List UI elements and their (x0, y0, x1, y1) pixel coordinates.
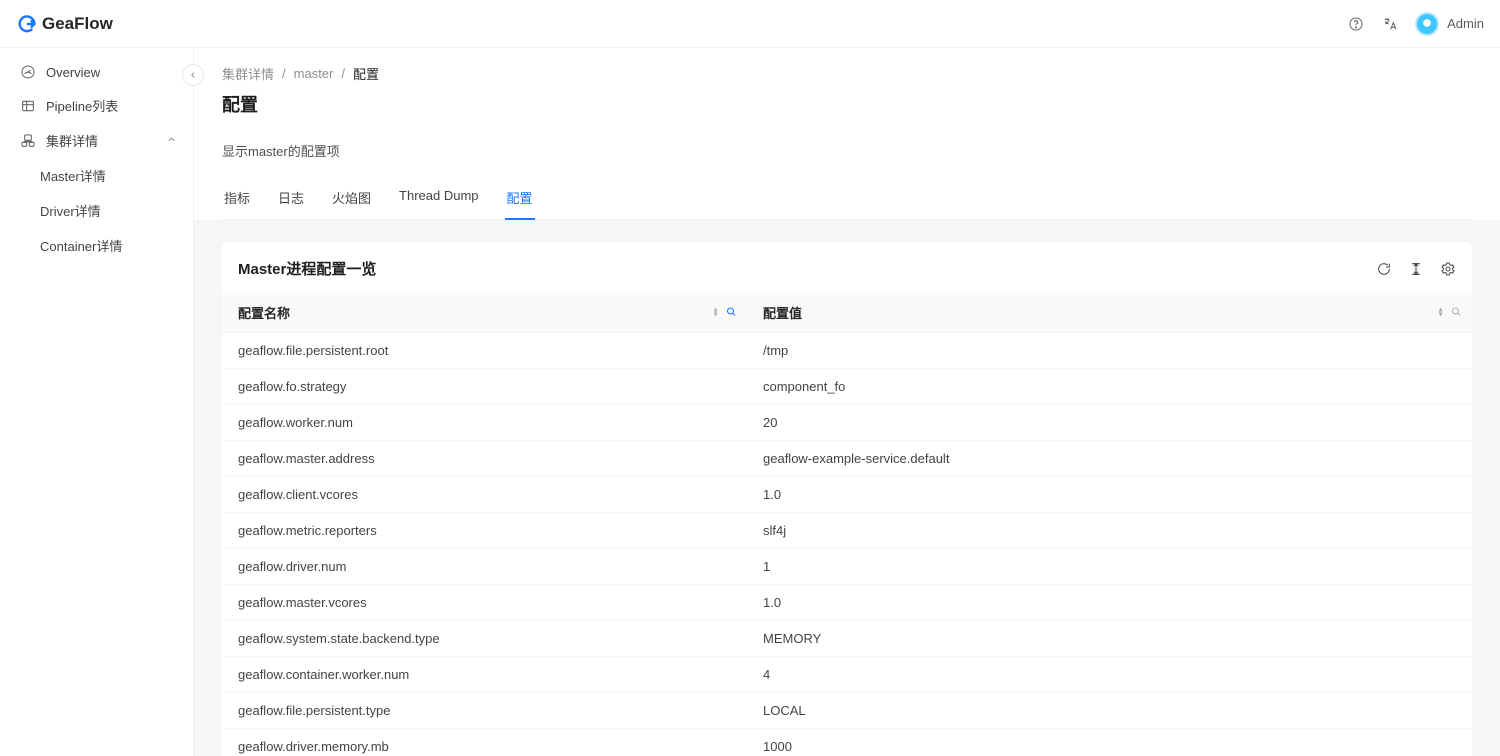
config-value-cell: MEMORY (747, 621, 1472, 657)
column-header-value[interactable]: 配置值 ▲▼ (747, 293, 1472, 333)
config-table: 配置名称 ▲▼ 配置值 ▲▼ (222, 293, 1472, 756)
tabs: 指标 日志 火焰图 Thread Dump 配置 (222, 178, 1472, 220)
table-row: geaflow.container.worker.num4 (222, 657, 1472, 693)
sidebar-item-driver[interactable]: Driver详情 (0, 193, 193, 228)
breadcrumb-item[interactable]: master (294, 66, 334, 81)
sidebar-item-overview[interactable]: Overview (0, 56, 193, 88)
table-row: geaflow.master.vcores1.0 (222, 585, 1472, 621)
brand-logo[interactable]: GeaFlow (16, 13, 113, 35)
user-name: Admin (1447, 16, 1484, 31)
refresh-icon[interactable] (1376, 261, 1392, 277)
config-value-cell: 1.0 (747, 585, 1472, 621)
config-name-cell: geaflow.master.vcores (222, 585, 747, 621)
table-row: geaflow.master.addressgeaflow-example-se… (222, 441, 1472, 477)
config-name-cell: geaflow.system.state.backend.type (222, 621, 747, 657)
page-header: 集群详情 / master / 配置 配置 显示master的配置项 指标 日志… (194, 48, 1500, 220)
sidebar-collapse-toggle[interactable] (182, 64, 204, 86)
table-row: geaflow.driver.memory.mb1000 (222, 729, 1472, 756)
column-header-label: 配置值 (763, 306, 802, 321)
tab-logs[interactable]: 日志 (276, 178, 306, 219)
config-name-cell: geaflow.driver.num (222, 549, 747, 585)
content-area: 集群详情 / master / 配置 配置 显示master的配置项 指标 日志… (194, 48, 1500, 756)
topbar: GeaFlow Admin (0, 0, 1500, 48)
config-name-cell: geaflow.metric.reporters (222, 513, 747, 549)
tab-metrics[interactable]: 指标 (222, 178, 252, 219)
sidebar-item-label: 集群详情 (46, 131, 98, 150)
config-value-cell: 20 (747, 405, 1472, 441)
breadcrumb-item[interactable]: 集群详情 (222, 64, 274, 83)
config-value-cell: component_fo (747, 369, 1472, 405)
translate-icon[interactable] (1381, 15, 1399, 33)
sort-icon[interactable]: ▲▼ (1437, 308, 1444, 318)
config-value-cell: 1.0 (747, 477, 1472, 513)
table-icon (20, 98, 36, 114)
dashboard-icon (20, 64, 36, 80)
topbar-actions: Admin (1347, 12, 1484, 36)
breadcrumb-separator: / (341, 66, 345, 81)
tab-flame[interactable]: 火焰图 (330, 178, 373, 219)
card-actions (1376, 261, 1456, 277)
config-value-cell: LOCAL (747, 693, 1472, 729)
sort-icon[interactable]: ▲▼ (712, 308, 719, 318)
table-row: geaflow.metric.reportersslf4j (222, 513, 1472, 549)
tab-config[interactable]: 配置 (505, 178, 535, 219)
sidebar-item-label: Master详情 (40, 166, 106, 185)
config-value-cell: slf4j (747, 513, 1472, 549)
sidebar-item-master[interactable]: Master详情 (0, 158, 193, 193)
sidebar-item-label: Pipeline列表 (46, 96, 118, 115)
table-row: geaflow.fo.strategycomponent_fo (222, 369, 1472, 405)
page-title: 配置 (222, 91, 1472, 117)
table-row: geaflow.system.state.backend.typeMEMORY (222, 621, 1472, 657)
breadcrumb: 集群详情 / master / 配置 (222, 64, 1472, 83)
config-value-cell: 1 (747, 549, 1472, 585)
help-icon[interactable] (1347, 15, 1365, 33)
card-title: Master进程配置一览 (238, 258, 376, 279)
table-row: geaflow.worker.num20 (222, 405, 1472, 441)
cluster-icon (20, 133, 36, 149)
config-name-cell: geaflow.file.persistent.type (222, 693, 747, 729)
card-header: Master进程配置一览 (222, 242, 1472, 293)
sidebar-item-container[interactable]: Container详情 (0, 228, 193, 263)
config-card: Master进程配置一览 配置名 (222, 242, 1472, 756)
chevron-up-icon (166, 134, 177, 148)
config-value-cell: geaflow-example-service.default (747, 441, 1472, 477)
search-icon[interactable] (1450, 305, 1462, 320)
column-header-name[interactable]: 配置名称 ▲▼ (222, 293, 747, 333)
config-name-cell: geaflow.client.vcores (222, 477, 747, 513)
table-row: geaflow.client.vcores1.0 (222, 477, 1472, 513)
density-icon[interactable] (1408, 261, 1424, 277)
user-menu[interactable]: Admin (1415, 12, 1484, 36)
config-value-cell: 1000 (747, 729, 1472, 756)
avatar (1415, 12, 1439, 36)
sidebar-item-label: Container详情 (40, 236, 122, 255)
config-name-cell: geaflow.fo.strategy (222, 369, 747, 405)
config-value-cell: /tmp (747, 333, 1472, 369)
brand-name: GeaFlow (42, 14, 113, 34)
config-name-cell: geaflow.file.persistent.root (222, 333, 747, 369)
config-name-cell: geaflow.container.worker.num (222, 657, 747, 693)
table-row: geaflow.file.persistent.root/tmp (222, 333, 1472, 369)
search-icon[interactable] (725, 305, 737, 320)
sidebar: Overview Pipeline列表 集群详情 Master详情 (0, 48, 194, 756)
sidebar-item-cluster[interactable]: 集群详情 (0, 123, 193, 158)
config-value-cell: 4 (747, 657, 1472, 693)
config-name-cell: geaflow.driver.memory.mb (222, 729, 747, 756)
table-row: geaflow.driver.num1 (222, 549, 1472, 585)
settings-icon[interactable] (1440, 261, 1456, 277)
tab-thread-dump[interactable]: Thread Dump (397, 178, 480, 219)
sidebar-item-label: Overview (46, 65, 100, 80)
config-name-cell: geaflow.master.address (222, 441, 747, 477)
column-header-label: 配置名称 (238, 306, 290, 321)
breadcrumb-separator: / (282, 66, 286, 81)
sidebar-item-label: Driver详情 (40, 201, 101, 220)
sidebar-item-pipeline[interactable]: Pipeline列表 (0, 88, 193, 123)
table-row: geaflow.file.persistent.typeLOCAL (222, 693, 1472, 729)
breadcrumb-item-current: 配置 (353, 64, 379, 83)
page-description: 显示master的配置项 (222, 141, 1472, 160)
config-name-cell: geaflow.worker.num (222, 405, 747, 441)
brand-logo-icon (16, 13, 38, 35)
